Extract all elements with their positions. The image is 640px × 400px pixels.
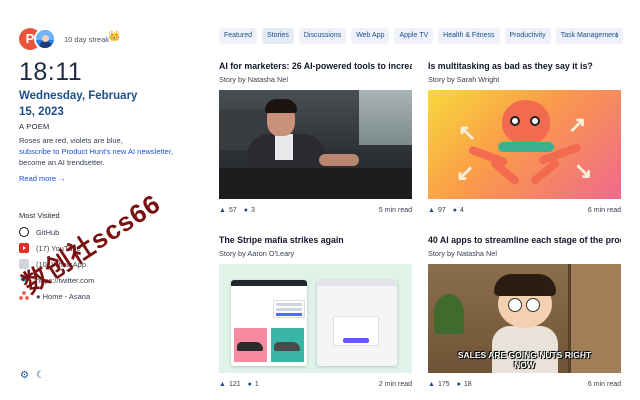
comment-count: 1 <box>254 380 259 388</box>
story-card[interactable]: The Stripe mafia strikes again Story by … <box>219 234 412 389</box>
upvote-icon[interactable]: ▲ <box>428 381 435 388</box>
story-card[interactable]: 40 AI apps to streamline each stage of t… <box>428 234 621 389</box>
comment-count: 18 <box>463 380 472 388</box>
read-time: 2 min read <box>378 380 412 388</box>
story-meta: ▲ 121 ● 1 2 min read <box>219 379 412 389</box>
story-image[interactable] <box>219 264 412 373</box>
story-meta: ▲ 57 ● 3 5 min read <box>219 205 412 215</box>
tab-discussions[interactable]: Discussions <box>298 28 347 44</box>
category-tabs: Featured Stories Discussions Web App App… <box>219 28 628 44</box>
gear-icon[interactable]: ⚙ <box>20 370 29 381</box>
story-meta: ▲ 175 ● 18 6 min read <box>428 379 621 389</box>
moon-icon[interactable]: ☾ <box>36 370 45 381</box>
upvote-icon[interactable]: ▲ <box>428 207 435 214</box>
poem-title: A POEM <box>19 122 50 131</box>
streak-label: 10 day streak <box>64 35 110 44</box>
story-image[interactable]: ↖ ↗ ↙ ↘ <box>428 90 621 199</box>
story-title[interactable]: Is multitasking as bad as they say it is… <box>428 60 621 72</box>
story-title[interactable]: 40 AI apps to streamline each stage of t… <box>428 234 621 246</box>
story-image[interactable]: SALES ARE GOING NUTS RIGHT NOW <box>428 264 621 373</box>
read-time: 6 min read <box>587 206 621 214</box>
comment-icon[interactable]: ● <box>248 381 252 388</box>
story-title[interactable]: AI for marketers: 26 AI-powered tools to… <box>219 60 412 72</box>
upvote-icon[interactable]: ▲ <box>219 207 226 214</box>
date: Wednesday, February 15, 2023 <box>19 90 138 118</box>
read-more-link[interactable]: Read more → <box>19 174 66 183</box>
comment-icon[interactable]: ● <box>244 207 248 214</box>
tab-productivity[interactable]: Productivity <box>504 28 551 44</box>
github-icon <box>19 227 29 237</box>
youtube-icon <box>19 243 29 253</box>
story-card[interactable]: AI for marketers: 26 AI-powered tools to… <box>219 60 412 215</box>
story-author: Story by Natasha Nel <box>219 75 288 84</box>
user-avatar[interactable] <box>34 28 56 50</box>
comment-icon[interactable]: ● <box>453 207 457 214</box>
tab-health-fitness[interactable]: Health & Fitness <box>438 28 500 44</box>
poem-line: Roses are red, violets are blue, <box>19 136 123 145</box>
sidebar: P 10 day streak 👑 18:11 Wednesday, Febru… <box>0 0 200 400</box>
asana-icon <box>19 291 29 301</box>
tab-apple-tv[interactable]: Apple TV <box>394 28 434 44</box>
story-title[interactable]: The Stripe mafia strikes again <box>219 234 412 246</box>
comment-count: 4 <box>459 206 464 214</box>
upvote-count: 57 <box>228 206 237 214</box>
tab-featured[interactable]: Featured <box>219 28 258 44</box>
story-meta: ▲ 97 ● 4 6 min read <box>428 205 621 215</box>
read-time: 6 min read <box>587 380 621 388</box>
tab-web-app[interactable]: Web App <box>351 28 390 44</box>
story-image[interactable] <box>219 90 412 199</box>
poem-link[interactable]: subscribe to Product Hunt's new AI newsl… <box>19 146 179 157</box>
poem-text: Roses are red, violets are blue, subscri… <box>19 135 179 168</box>
upvote-icon[interactable]: ▲ <box>219 381 226 388</box>
crown-icon: 👑 <box>108 31 121 42</box>
story-author: Story by Sarah Wright <box>428 75 500 84</box>
upvote-count: 97 <box>437 206 446 214</box>
comment-count: 3 <box>250 206 255 214</box>
most-visited-item-github[interactable]: GitHub <box>19 225 59 239</box>
story-author: Story by Aaron O'Leary <box>219 249 295 258</box>
upvote-count: 121 <box>228 380 241 388</box>
most-visited-title: Most Visited <box>19 211 60 220</box>
story-author: Story by Natasha Nel <box>428 249 497 258</box>
clock: 18:11 <box>19 58 83 86</box>
watermark: 数创社scs66 <box>16 187 166 300</box>
tab-stories[interactable]: Stories <box>262 28 294 44</box>
avatar-group[interactable]: P <box>19 28 63 52</box>
comment-icon[interactable]: ● <box>457 381 461 388</box>
story-card[interactable]: Is multitasking as bad as they say it is… <box>428 60 621 215</box>
most-visited-label: GitHub <box>36 227 60 237</box>
read-time: 5 min read <box>378 206 412 214</box>
image-caption: SALES ARE GOING NUTS RIGHT NOW <box>457 350 592 370</box>
upvote-count: 175 <box>437 380 450 388</box>
poem-line: become an AI trendsetter. <box>19 158 105 167</box>
chevron-right-icon[interactable]: › <box>610 28 624 44</box>
